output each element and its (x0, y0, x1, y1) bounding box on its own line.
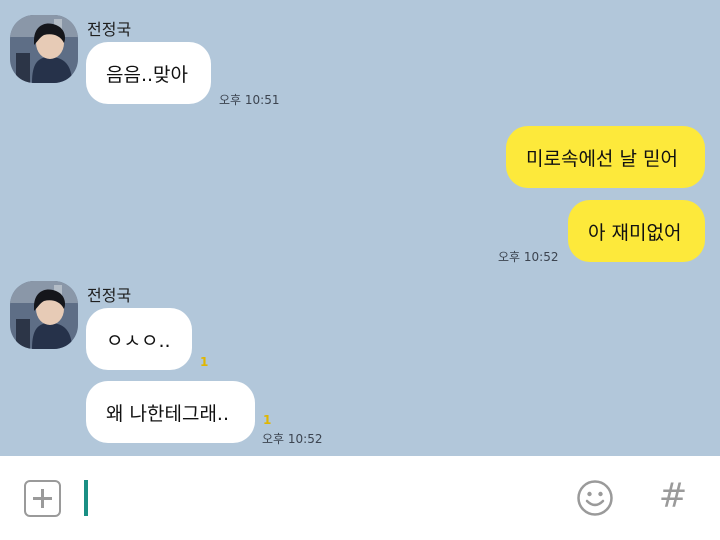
sender-name: 전정국 (87, 20, 132, 39)
message-timestamp: 오후 10:52 (262, 432, 323, 446)
message-text: 미로속에선 날 믿어 (526, 147, 678, 170)
message-bubble-outgoing[interactable]: 아 재미없어 (568, 200, 705, 262)
unread-count: 1 (263, 413, 272, 427)
smiley-icon[interactable] (576, 479, 614, 517)
message-bubble-incoming[interactable]: ㅇㅅㅇ.. (86, 308, 192, 370)
message-text: 음음..맞아 (106, 63, 188, 86)
message-bubble-incoming[interactable]: 왜 나한테그래.. (86, 381, 255, 443)
unread-count: 1 (200, 355, 209, 369)
avatar-photo-icon (10, 281, 78, 349)
message-bubble-outgoing[interactable]: 미로속에선 날 믿어 (506, 126, 705, 188)
sender-avatar[interactable] (10, 281, 78, 349)
plus-square-icon[interactable] (24, 480, 61, 517)
chat-area[interactable]: 전정국 음음..맞아 오후 10:51 미로속에선 날 믿어 아 재미없어 오후… (0, 0, 720, 456)
message-timestamp: 오후 10:51 (219, 93, 280, 107)
sender-avatar[interactable] (10, 15, 78, 83)
message-bubble-incoming[interactable]: 음음..맞아 (86, 42, 211, 104)
sender-name: 전정국 (87, 286, 132, 305)
message-timestamp: 오후 10:52 (498, 250, 559, 264)
message-input[interactable] (80, 474, 550, 522)
message-text: ㅇㅅㅇ.. (106, 329, 171, 352)
message-text: 아 재미없어 (588, 221, 682, 244)
text-cursor (84, 480, 88, 516)
hash-icon[interactable]: # (657, 478, 689, 514)
avatar-photo-icon (10, 15, 78, 83)
message-text: 왜 나한테그래.. (106, 402, 229, 425)
